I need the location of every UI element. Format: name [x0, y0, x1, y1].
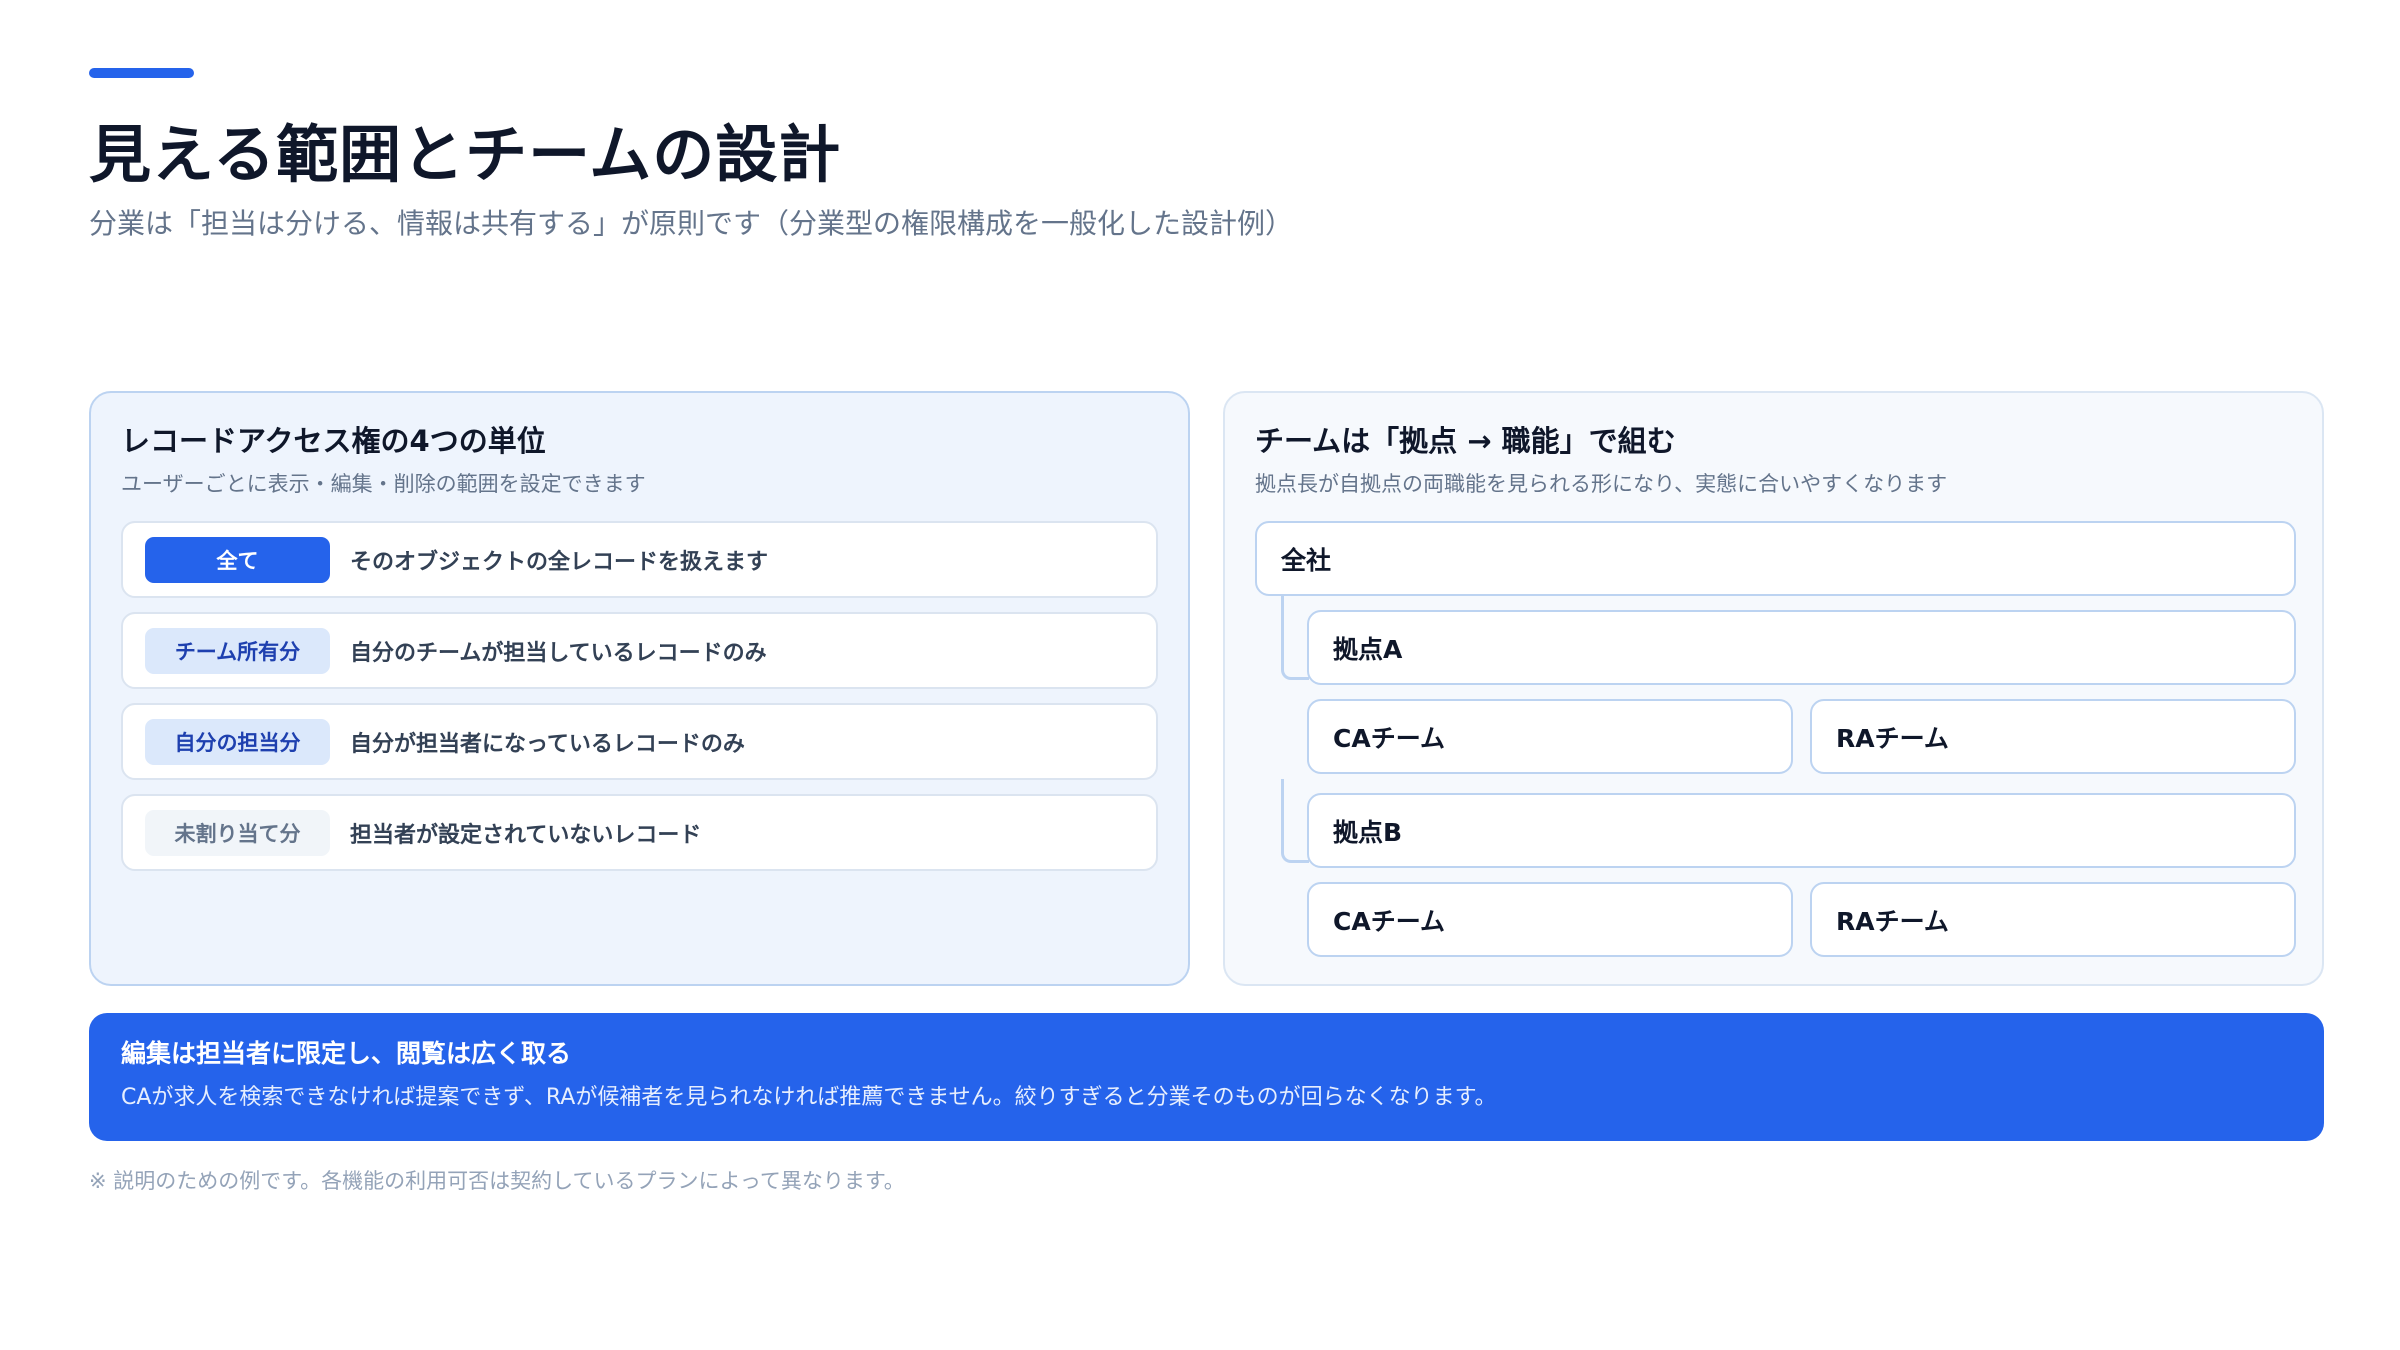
access-badge-all: 全て [145, 536, 330, 583]
access-level-row-unassigned: 未割り当て分 担当者が設定されていないレコード [121, 794, 1158, 871]
tree-connector-site-a [1281, 596, 1309, 680]
callout-body: CAが求人を検索できなければ提案できず、RAが候補者を見られなければ推薦できませ… [121, 1085, 1497, 1110]
footnote: ※ 説明のための例です。各機能の利用可否は契約しているプランによって異なります。 [89, 1169, 905, 1193]
access-desc-team: 自分のチームが担当しているレコードのみ [350, 640, 767, 666]
team-panel-title: チームは「拠点 → 職能」で組む [1255, 424, 1676, 458]
access-panel-subtitle: ユーザーごとに表示・編集・削除の範囲を設定できます [121, 472, 646, 496]
access-level-row-all: 全て そのオブジェクトの全レコードを扱えます [121, 521, 1158, 598]
page-title: 見える範囲とチームの設計 [89, 118, 842, 191]
team-hierarchy-tree: 全社 拠点A CAチーム RAチーム 拠点B CAチーム RAチーム [1255, 521, 2296, 961]
access-badge-unassigned: 未割り当て分 [145, 809, 330, 856]
tree-node-site-a-ra-team: RAチーム [1810, 699, 2296, 774]
access-level-list: 全て そのオブジェクトの全レコードを扱えます チーム所有分 自分のチームが担当し… [121, 521, 1158, 871]
callout-title: 編集は担当者に限定し、閲覧は広く取る [121, 1039, 572, 1068]
access-levels-panel: レコードアクセス権の4つの単位 ユーザーごとに表示・編集・削除の範囲を設定できま… [89, 391, 1190, 986]
access-panel-title: レコードアクセス権の4つの単位 [121, 424, 546, 458]
key-point-callout: 編集は担当者に限定し、閲覧は広く取る CAが求人を検索できなければ提案できず、R… [89, 1013, 2324, 1141]
tree-node-site-b-ra-team: RAチーム [1810, 882, 2296, 957]
team-structure-panel: チームは「拠点 → 職能」で組む 拠点長が自拠点の両職能を見られる形になり、実態… [1223, 391, 2324, 986]
access-level-row-own: 自分の担当分 自分が担当者になっているレコードのみ [121, 703, 1158, 780]
access-desc-unassigned: 担当者が設定されていないレコード [350, 822, 702, 848]
tree-node-site-a: 拠点A [1307, 610, 2296, 685]
access-badge-own: 自分の担当分 [145, 718, 330, 765]
tree-node-site-a-ca-team: CAチーム [1307, 699, 1793, 774]
tree-connector-site-b [1281, 779, 1309, 863]
tree-node-site-b: 拠点B [1307, 793, 2296, 868]
team-panel-subtitle: 拠点長が自拠点の両職能を見られる形になり、実態に合いやすくなります [1255, 472, 1948, 496]
access-badge-team: チーム所有分 [145, 627, 330, 674]
tree-node-site-b-ca-team: CAチーム [1307, 882, 1793, 957]
page-subtitle: 分業は「担当は分ける、情報は共有する」が原則です（分業型の権限構成を一般化した設… [89, 207, 1294, 240]
access-desc-all: そのオブジェクトの全レコードを扱えます [350, 549, 769, 575]
tree-node-company: 全社 [1255, 521, 2296, 596]
access-level-row-team: チーム所有分 自分のチームが担当しているレコードのみ [121, 612, 1158, 689]
access-desc-own: 自分が担当者になっているレコードのみ [350, 731, 745, 757]
title-accent-bar [89, 68, 194, 78]
